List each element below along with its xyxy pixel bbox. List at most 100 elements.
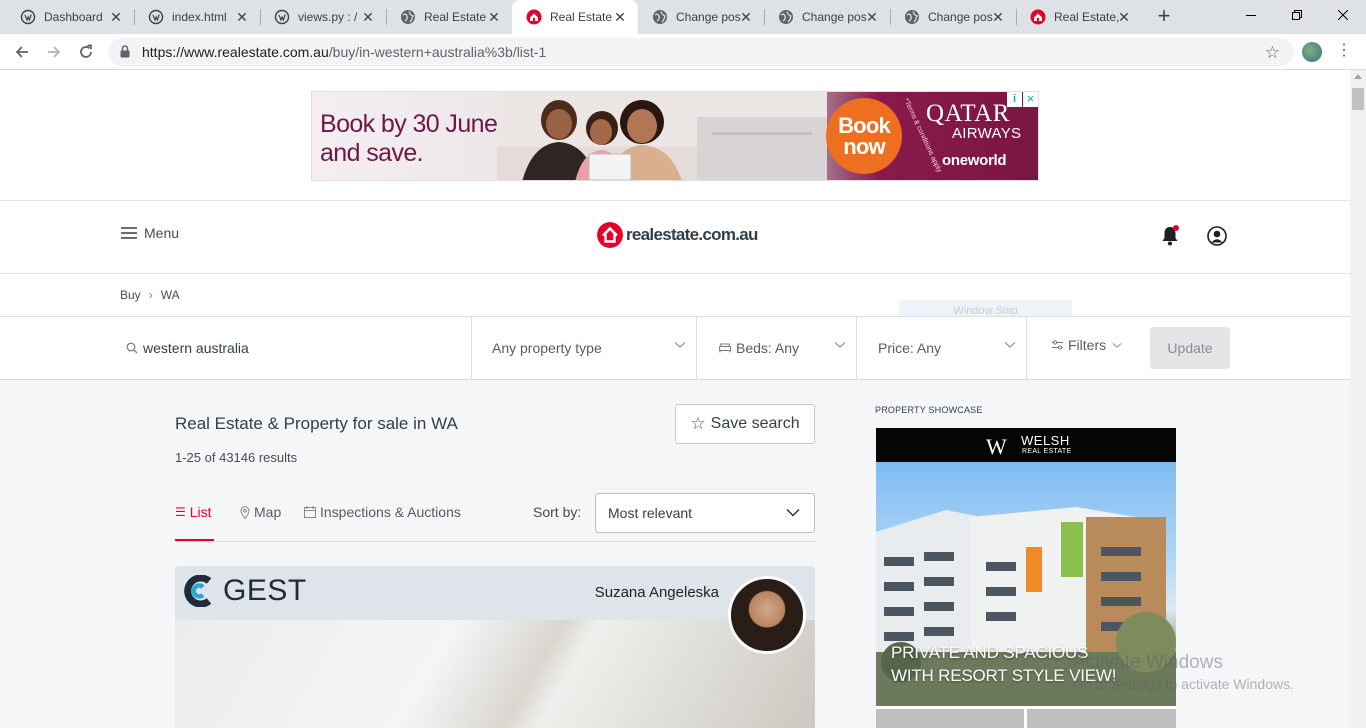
window-close-button[interactable] [1320,0,1366,30]
logo-text: realestate.com.au [626,225,758,244]
address-bar[interactable]: https://www.realestate.com.au/buy/in-wes… [108,38,1294,66]
agent-name: Suzana Angeleska [594,584,719,601]
tab-title: Real Estate [424,10,487,24]
browser-tab[interactable]: Real Estate ✕ [386,0,512,34]
tab-title: Dashboard [44,10,103,24]
forward-button[interactable] [42,40,66,64]
tab-title: index.html [172,10,227,24]
chevron-down-icon [674,342,686,348]
divider [175,541,815,542]
showcase-brand-sub: REAL ESTATE [1022,448,1072,455]
ad-book-now-button[interactable]: Book now [826,98,902,174]
save-search-button[interactable]: ☆ Save search [675,404,815,444]
scroll-thumb[interactable] [1352,88,1364,110]
list-icon: ☰ [175,505,186,519]
sort-select[interactable]: Most relevant [595,493,815,533]
close-icon[interactable]: ✕ [108,9,124,25]
property-type-select[interactable]: Any property type [472,317,696,379]
browser-tab[interactable]: Change pos ✕ [764,0,891,34]
back-button[interactable] [10,40,34,64]
browser-tab[interactable]: Change pos ✕ [890,0,1017,34]
agency-logo-icon [184,575,212,607]
tab-strip: Dashboard ✕ index.html ✕ views.py : / ✕ … [0,0,1366,34]
browser-tab[interactable]: Change pos ✕ [638,0,765,34]
ad-brand-name: QATAR [926,100,1010,127]
chevron-down-icon [1004,342,1016,348]
restore-button[interactable] [1274,0,1320,30]
new-tab-button[interactable]: + [1152,5,1176,29]
close-icon[interactable]: ✕ [486,9,502,25]
filters-button[interactable]: Filters [1052,314,1132,376]
listing-card[interactable]: GEST Suzana Angeleska [175,566,815,728]
menu-button[interactable]: Menu [121,225,179,241]
breadcrumb: Buy › WA [120,288,180,302]
close-icon[interactable]: ✕ [990,9,1006,25]
divider [0,273,1350,274]
star-icon: ☆ [690,414,706,433]
browser-tab[interactable]: Dashboard ✕ [6,0,135,34]
reload-button[interactable] [74,40,98,64]
close-icon[interactable]: ✕ [360,9,376,25]
arrow-right-icon [48,46,61,58]
web-page: Book by 30 June and save. Book now *Term… [0,70,1350,728]
breadcrumb-wa[interactable]: WA [161,288,180,302]
breadcrumb-buy[interactable]: Buy [120,288,141,302]
watermark-subtitle: Go to Settings to activate Windows. [1073,676,1294,692]
thumbnail[interactable] [876,709,1024,728]
browser-toolbar: https://www.realestate.com.au/buy/in-wes… [0,34,1366,70]
close-icon[interactable]: ✕ [234,9,250,25]
bed-icon [719,343,731,353]
save-search-label: Save search [710,415,800,432]
scroll-up-arrow-icon[interactable] [1354,74,1362,79]
tab-title: Change pos [802,10,867,24]
browser-tab[interactable]: Real Estate, ✕ [1016,0,1142,34]
url-path: /buy/in-western+australia%3b/list-1 [328,44,547,60]
listing-photo[interactable] [175,620,815,728]
sliders-icon [1052,340,1063,350]
showcase-brand-name: WELSH [1021,433,1070,448]
divider [0,200,1350,201]
browser-tab-active[interactable]: Real Estate ✕ [512,0,638,34]
update-button[interactable]: Update [1150,327,1230,369]
bookmark-star-icon[interactable]: ☆ [1265,43,1280,63]
ad-family-photo [497,92,827,180]
beds-select[interactable]: Beds: Any [697,317,856,379]
close-icon [1338,10,1348,20]
close-icon[interactable]: ✕ [738,9,754,25]
showcase-brand-bar: W WELSH REAL ESTATE [876,428,1176,462]
thumbnail[interactable] [1027,709,1176,728]
minimize-icon [1246,15,1256,16]
close-icon[interactable]: ✕ [1116,9,1132,25]
activate-windows-watermark: Activate Windows Go to Settings to activ… [1073,652,1294,692]
browser-tab[interactable]: views.py : / ✕ [260,0,387,34]
tab-list[interactable]: ☰ List [175,504,212,520]
more-menu-icon[interactable]: ⋮ [1336,43,1352,59]
notification-dot [1173,225,1179,231]
browser-tab[interactable]: index.html ✕ [134,0,261,34]
price-select[interactable]: Price: Any [857,317,1026,379]
agency-logo: GEST [181,574,341,608]
location-search-input[interactable]: western australia [126,317,466,379]
close-icon[interactable]: ✕ [864,9,880,25]
calendar-icon [304,506,316,518]
divider [1026,317,1027,379]
tab-inspections-auctions[interactable]: Inspections & Auctions [304,504,461,520]
notifications-button[interactable] [1161,225,1179,251]
menu-label: Menu [144,225,180,241]
ad-banner[interactable]: Book by 30 June and save. Book now *Term… [311,91,1039,181]
ad-close-icon[interactable]: × [1023,92,1038,107]
profile-avatar-icon[interactable] [1302,42,1322,62]
tab-map-label: Map [254,504,282,520]
user-account-icon[interactable] [1207,226,1227,246]
chevron-right-icon: › [148,288,153,302]
url-host: https://www.realestate.com.au [142,44,329,60]
close-icon[interactable]: ✕ [612,9,628,25]
lock-icon [120,45,130,58]
page-scrollbar[interactable] [1350,70,1366,728]
results-count: 1-25 of 43146 results [175,450,298,465]
tab-map[interactable]: Map [240,504,281,520]
site-logo[interactable]: realestate.com.au [597,222,758,248]
adchoices-icon[interactable]: i [1007,92,1022,107]
agency-name: GEST [223,574,307,607]
minimize-button[interactable] [1228,0,1274,30]
